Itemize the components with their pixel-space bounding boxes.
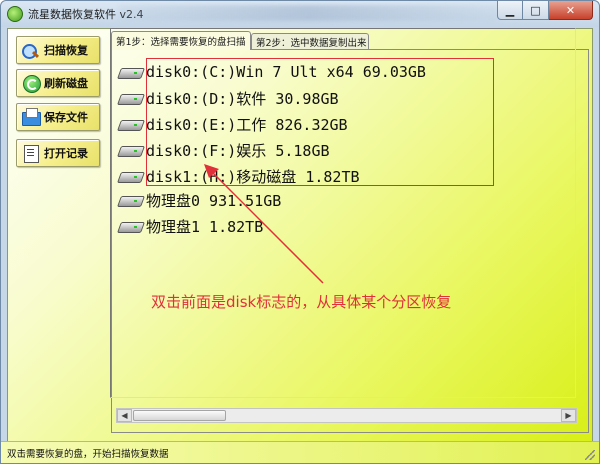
title-bar[interactable]: 流星数据恢复软件 v2.4 ▁ □ ✕ xyxy=(1,1,599,27)
app-logo-icon xyxy=(7,6,23,22)
refresh-disk-label: 刷新磁盘 xyxy=(44,77,88,90)
status-bar: 双击需要恢复的盘，开始扫描恢复数据 xyxy=(1,441,599,463)
save-file-button[interactable]: 保存文件 xyxy=(16,103,100,131)
open-record-label: 打开记录 xyxy=(44,147,88,160)
hard-disk-icon xyxy=(119,91,141,105)
window-controls: ▁ □ ✕ xyxy=(497,1,593,21)
hard-disk-icon xyxy=(119,219,141,233)
maximize-icon: □ xyxy=(530,3,541,17)
minimize-button[interactable]: ▁ xyxy=(497,1,523,20)
hard-disk-icon xyxy=(119,117,141,131)
hard-disk-icon xyxy=(119,193,141,207)
minimize-icon: ▁ xyxy=(505,3,515,17)
disk-list-item[interactable]: 物理盘0 931.51GB xyxy=(119,189,281,211)
arrow-left-icon: ◀ xyxy=(121,411,128,420)
maximize-button[interactable]: □ xyxy=(523,1,549,20)
refresh-icon xyxy=(22,74,41,93)
resize-grip-icon[interactable] xyxy=(585,450,595,460)
magnifier-icon xyxy=(22,41,40,59)
refresh-disk-button[interactable]: 刷新磁盘 xyxy=(16,69,100,97)
status-text: 双击需要恢复的盘，开始扫描恢复数据 xyxy=(7,449,169,460)
hard-disk-icon xyxy=(119,143,141,157)
hard-disk-icon xyxy=(119,65,141,79)
scroll-right-button[interactable]: ▶ xyxy=(561,409,576,422)
close-button[interactable]: ✕ xyxy=(549,1,593,20)
scroll-left-button[interactable]: ◀ xyxy=(117,409,132,422)
horizontal-scrollbar[interactable]: ◀ ▶ xyxy=(116,408,577,423)
hard-disk-icon xyxy=(119,169,141,183)
tab-step1-label: 第1步：选择需要恢复的盘扫描 xyxy=(116,37,246,48)
app-window: 流星数据恢复软件 v2.4 ▁ □ ✕ 扫描恢复 刷新磁盘 保存文件 打开记录 … xyxy=(0,0,600,464)
annotation-text: 双击前面是disk标志的，从具体某个分区恢复 xyxy=(151,293,452,311)
disk-label: 物理盘1 1.82TB xyxy=(146,217,264,236)
scan-recover-button[interactable]: 扫描恢复 xyxy=(16,36,100,64)
disk-label: 物理盘0 931.51GB xyxy=(146,191,282,210)
scrollbar-thumb[interactable] xyxy=(133,410,226,421)
close-icon: ✕ xyxy=(565,3,576,17)
disk-list-item[interactable]: 物理盘1 1.82TB xyxy=(119,215,263,237)
tab-step1[interactable]: 第1步：选择需要恢复的盘扫描 xyxy=(111,31,251,50)
save-icon xyxy=(22,108,41,126)
record-icon xyxy=(22,144,40,163)
open-record-button[interactable]: 打开记录 xyxy=(16,139,100,167)
save-file-label: 保存文件 xyxy=(44,111,88,124)
blurred-background-text xyxy=(119,5,499,21)
scan-recover-label: 扫描恢复 xyxy=(44,44,88,57)
arrow-right-icon: ▶ xyxy=(565,411,572,420)
partition-highlight-box xyxy=(146,58,494,186)
